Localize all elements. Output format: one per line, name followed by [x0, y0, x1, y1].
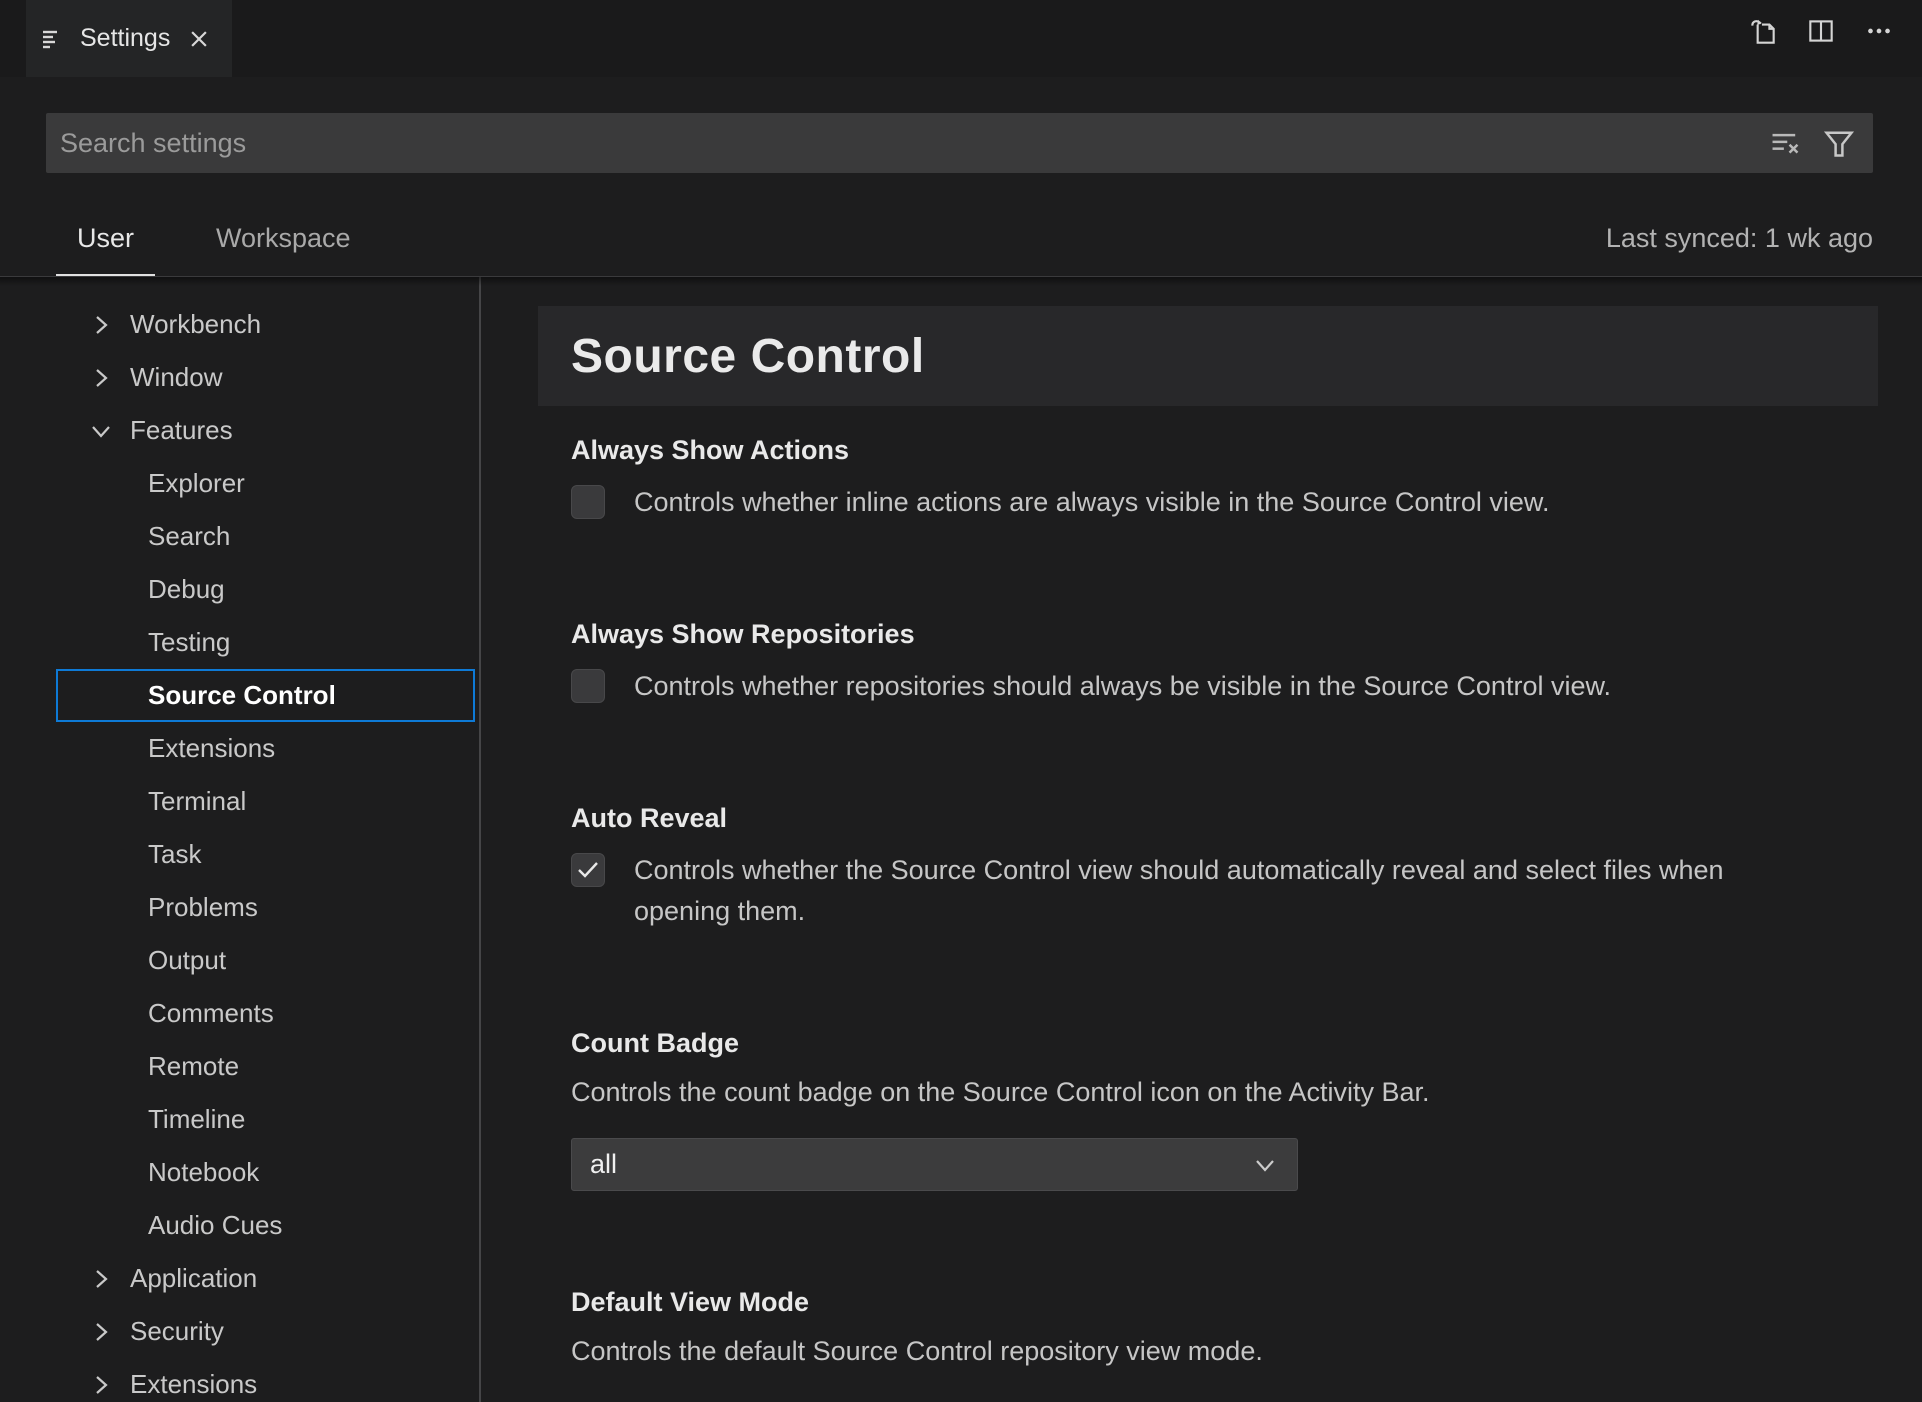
clear-settings-search-icon[interactable]	[1765, 123, 1805, 163]
split-editor-icon[interactable]	[1804, 14, 1838, 48]
chevron-right-icon[interactable]	[88, 312, 130, 338]
toc-item-application[interactable]: Application	[0, 1252, 479, 1305]
toc-item-explorer[interactable]: Explorer	[0, 457, 479, 510]
setting-title: Count Badge	[571, 1028, 739, 1058]
scope-tab-user[interactable]: User	[56, 200, 156, 277]
setting-default-view-mode: Default View Mode Controls the default So…	[571, 1285, 1878, 1372]
toc-item-problems[interactable]: Problems	[0, 881, 479, 934]
checkbox-unchecked[interactable]	[571, 669, 605, 703]
toc-item-task[interactable]: Task	[0, 828, 479, 881]
toc-item-source-control[interactable]: Source Control	[0, 669, 479, 722]
toc-item-search[interactable]: Search	[0, 510, 479, 563]
close-icon[interactable]	[184, 24, 214, 54]
setting-always-show-actions: Always Show Actions Controls whether inli…	[571, 433, 1878, 523]
setting-always-show-repositories: Always Show Repositories Controls whether…	[571, 617, 1878, 707]
toc-item-label: Security	[130, 1316, 224, 1346]
toc-item-label: Workbench	[130, 309, 262, 339]
toc-item-label: Search	[148, 521, 231, 551]
settings-search-input[interactable]: Search settings	[46, 113, 1873, 173]
toc-item-audio-cues[interactable]: Audio Cues	[0, 1199, 479, 1252]
toc-item-label: Extensions	[130, 1369, 258, 1399]
setting-title: Always Show Actions	[571, 435, 850, 465]
setting-description: Controls whether inline actions are alwa…	[634, 487, 1550, 517]
tab-title: Settings	[80, 24, 171, 52]
toc-item-debug[interactable]: Debug	[0, 563, 479, 616]
setting-count-badge: Count Badge Controls the count badge on t…	[571, 1026, 1878, 1191]
toc-item-label: Task	[148, 839, 202, 869]
settings-header: User Workspace Last synced: 1 wk ago	[0, 200, 1922, 277]
setting-title: Default View Mode	[571, 1287, 810, 1317]
chevron-right-icon[interactable]	[88, 1372, 130, 1398]
last-synced-label: Last synced: 1 wk ago	[1605, 223, 1873, 253]
chevron-right-icon[interactable]	[88, 1266, 130, 1292]
toc-item-label: Terminal	[148, 786, 247, 816]
settings-editor-icon	[40, 26, 66, 52]
chevron-down-icon	[1251, 1151, 1279, 1179]
filter-icon[interactable]	[1819, 123, 1859, 163]
toc-item-label: Timeline	[148, 1104, 246, 1134]
toc-item-window[interactable]: Window	[0, 351, 479, 404]
setting-description: Controls whether repositories should alw…	[634, 671, 1611, 701]
setting-title: Auto Reveal	[571, 803, 728, 833]
setting-description: Controls whether the Source Control view…	[634, 855, 1724, 926]
settings-toc: Workbench Window Features Explorer Search Deb…	[0, 277, 481, 1402]
toc-item-comments[interactable]: Comments	[0, 987, 479, 1040]
checkbox-unchecked[interactable]	[571, 485, 605, 519]
toc-item-extensions[interactable]: Extensions	[0, 722, 479, 775]
toc-item-label: Remote	[148, 1051, 240, 1081]
count-badge-select[interactable]: all	[571, 1138, 1298, 1191]
toc-item-label: Application	[130, 1263, 258, 1293]
settings-body: Workbench Window Features Explorer Search Deb…	[0, 277, 1922, 1402]
editor-tab-bar: Settings	[0, 0, 1922, 77]
checkbox-checked[interactable]	[571, 853, 605, 887]
chevron-down-icon[interactable]	[88, 418, 130, 444]
toc-item-label: Extensions	[148, 733, 276, 763]
toc-item-label: Debug	[148, 574, 225, 604]
toc-item-extensions[interactable]: Extensions	[0, 1358, 479, 1402]
toc-item-testing[interactable]: Testing	[0, 616, 479, 669]
open-settings-json-icon[interactable]	[1746, 14, 1780, 48]
toc-item-timeline[interactable]: Timeline	[0, 1093, 479, 1146]
toc-item-remote[interactable]: Remote	[0, 1040, 479, 1093]
chevron-right-icon[interactable]	[88, 1319, 130, 1345]
toc-item-label: Notebook	[148, 1157, 260, 1187]
toc-item-label: Explorer	[148, 468, 245, 498]
toc-item-label: Testing	[148, 627, 231, 657]
toc-item-label: Features	[130, 415, 233, 445]
toc-item-label: Problems	[148, 892, 258, 922]
toc-item-workbench[interactable]: Workbench	[0, 298, 479, 351]
toc-item-label: Audio Cues	[148, 1210, 283, 1240]
setting-title: Always Show Repositories	[571, 619, 915, 649]
toc-item-output[interactable]: Output	[0, 934, 479, 987]
category-title: Source Control	[571, 329, 925, 383]
toc-item-terminal[interactable]: Terminal	[0, 775, 479, 828]
select-value: all	[590, 1149, 618, 1179]
toc-item-label: Source Control	[148, 680, 336, 710]
toc-item-label: Comments	[148, 998, 274, 1028]
setting-description: Controls the default Source Control repo…	[571, 1336, 1263, 1366]
settings-tab[interactable]: Settings	[26, 0, 232, 77]
toc-item-notebook[interactable]: Notebook	[0, 1146, 479, 1199]
category-header: Source Control	[538, 306, 1878, 406]
toc-item-label: Window	[130, 362, 223, 392]
toc-item-features[interactable]: Features	[0, 404, 479, 457]
setting-auto-reveal: Auto Reveal Controls whether the Source C…	[571, 801, 1878, 932]
toc-item-security[interactable]: Security	[0, 1305, 479, 1358]
editor-actions	[1746, 0, 1896, 62]
settings-content: Source Control Always Show Actions Contro…	[483, 277, 1922, 1402]
more-actions-icon[interactable]	[1862, 14, 1896, 48]
scope-tab-workspace[interactable]: Workspace	[195, 200, 372, 277]
toc-item-label: Output	[148, 945, 227, 975]
search-placeholder: Search settings	[60, 127, 247, 158]
setting-description: Controls the count badge on the Source C…	[571, 1077, 1430, 1107]
chevron-right-icon[interactable]	[88, 365, 130, 391]
